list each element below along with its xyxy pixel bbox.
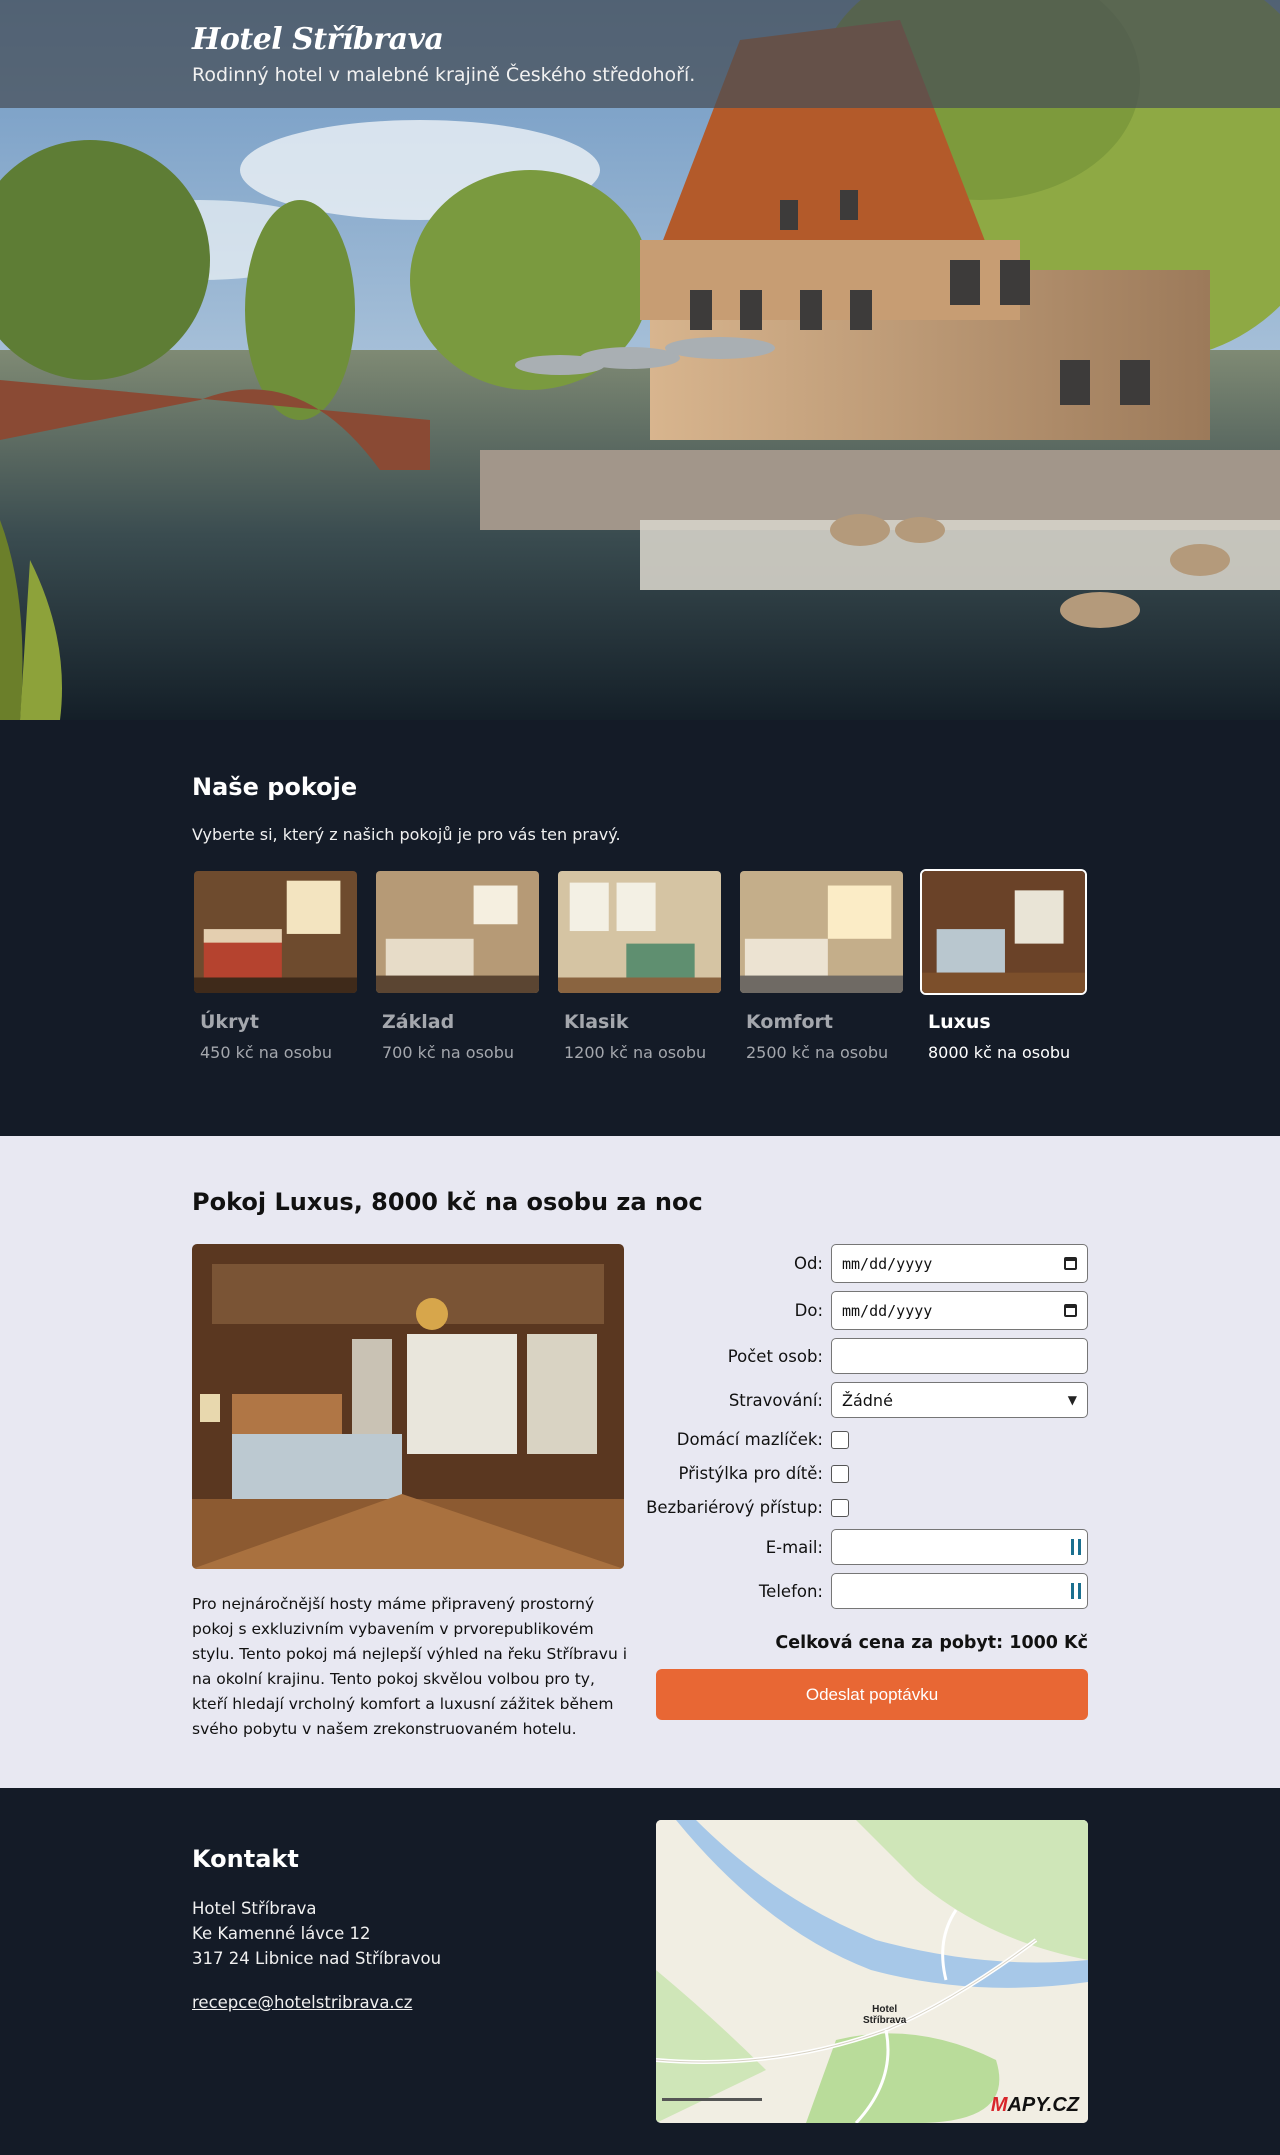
- contact-heading: Kontakt: [192, 1845, 299, 1873]
- total-price: Celková cena za pobyt: 1000 Kč: [775, 1633, 1088, 1653]
- form-row-guests: Počet osob:: [640, 1338, 1088, 1374]
- child-bed-label: Přistýlka pro dítě:: [678, 1464, 823, 1483]
- mapy-logo[interactable]: MAPY.CZ: [991, 2094, 1079, 2117]
- child-bed-checkbox[interactable]: [831, 1464, 849, 1483]
- accessible-label: Bezbariérový přístup:: [646, 1498, 823, 1517]
- pet-label: Domácí mazlíček:: [676, 1430, 823, 1449]
- room-list: Úkryt 450 kč na osobu Základ 700 kč na o…: [192, 869, 1280, 1062]
- accessible-checkbox[interactable]: [831, 1498, 849, 1517]
- phone-label: Telefon:: [758, 1581, 823, 1601]
- form-row-pet: Domácí mazlíček:: [640, 1430, 1088, 1449]
- to-date-value: mm/dd/yyyy: [842, 1301, 933, 1320]
- room-thumbnail: [192, 869, 359, 995]
- map-label-line: Hotel: [872, 2004, 898, 2015]
- pet-checkbox[interactable]: [831, 1430, 849, 1449]
- guests-input[interactable]: [831, 1338, 1088, 1374]
- room-name: Luxus: [928, 1011, 991, 1033]
- address: Hotel Stříbrava Ke Kamenné lávce 12 317 …: [192, 1896, 441, 1971]
- mapy-logo-first: M: [990, 2094, 1008, 2116]
- room-card-komfort[interactable]: Komfort 2500 kč na osobu: [738, 869, 905, 1062]
- room-card-zaklad[interactable]: Základ 700 kč na osobu: [374, 869, 541, 1062]
- room-thumbnail: [738, 869, 905, 995]
- room-thumbnail: [374, 869, 541, 995]
- phone-input[interactable]: [831, 1573, 1088, 1609]
- email-link[interactable]: recepce@hotelstribrava.cz: [192, 1993, 412, 2012]
- room-thumbnail: [556, 869, 723, 995]
- submit-button[interactable]: Odeslat poptávku: [656, 1669, 1088, 1720]
- address-line: Hotel Stříbrava: [192, 1899, 317, 1918]
- contact-section: Kontakt Hotel Stříbrava Ke Kamenné lávce…: [0, 1788, 1280, 2155]
- rooms-lead: Vyberte si, který z našich pokojů je pro…: [192, 825, 621, 844]
- booking-section: Pokoj Luxus, 8000 kč na osobu za noc Pro…: [0, 1136, 1280, 1788]
- room-description: Pro nejnáročnější hosty máme připravený …: [192, 1595, 628, 1738]
- mapy-logo-rest: APY.CZ: [1007, 2094, 1079, 2116]
- room-name: Základ: [382, 1011, 455, 1033]
- room-price: 450 kč na osobu: [200, 1043, 333, 1062]
- map[interactable]: Hotel Stříbrava MAPY.CZ: [656, 1820, 1088, 2123]
- room-name: Úkryt: [200, 1011, 259, 1033]
- hero-image: [0, 0, 1280, 720]
- form-row-meals: Stravování: Žádné ▼: [640, 1382, 1088, 1418]
- room-price: 8000 kč na osobu: [928, 1043, 1071, 1062]
- address-line: 317 24 Libnice nad Stříbravou: [192, 1949, 442, 1968]
- from-date-input[interactable]: mm/dd/yyyy: [831, 1244, 1088, 1283]
- room-price: 2500 kč na osobu: [746, 1043, 889, 1062]
- meals-select[interactable]: Žádné ▼: [831, 1382, 1088, 1418]
- map-label-line: Stříbrava: [863, 2015, 907, 2026]
- room-name: Komfort: [746, 1011, 834, 1033]
- form-row-accessible: Bezbariérový přístup:: [640, 1498, 1088, 1517]
- meals-label: Stravování:: [728, 1390, 823, 1410]
- site-subtitle: Rodinný hotel v malebné krajině Českého …: [192, 64, 696, 86]
- guests-label: Počet osob:: [727, 1346, 823, 1366]
- room-price: 1200 kč na osobu: [564, 1043, 707, 1062]
- hero-section: Hotel Stříbrava Rodinný hotel v malebné …: [0, 0, 1280, 720]
- form-row-from: Od: mm/dd/yyyy: [640, 1244, 1088, 1283]
- form-row-to: Do: mm/dd/yyyy: [640, 1291, 1088, 1330]
- address-line: Ke Kamenné lávce 12: [192, 1924, 371, 1943]
- room-price: 700 kč na osobu: [382, 1043, 515, 1062]
- room-card-ukryt[interactable]: Úkryt 450 kč na osobu: [192, 869, 359, 1062]
- room-photo: [192, 1244, 624, 1569]
- calendar-icon[interactable]: [1064, 1257, 1077, 1270]
- rooms-section: Naše pokoje Vyberte si, který z našich p…: [0, 720, 1280, 1136]
- meals-value: Žádné: [842, 1390, 893, 1410]
- to-date-input[interactable]: mm/dd/yyyy: [831, 1291, 1088, 1330]
- map-marker-label: Hotel Stříbrava: [863, 2004, 906, 2026]
- room-card-klasik[interactable]: Klasik 1200 kč na osobu: [556, 869, 723, 1062]
- from-date-value: mm/dd/yyyy: [842, 1254, 933, 1273]
- form-row-email: E-mail:: [640, 1529, 1088, 1565]
- to-label: Do:: [794, 1301, 823, 1320]
- booking-form: Od: mm/dd/yyyy Do: mm/dd/yyyy Počet osob…: [640, 1244, 1088, 1720]
- chevron-down-icon: ▼: [1067, 1393, 1077, 1407]
- room-thumbnail: [920, 869, 1087, 995]
- rooms-heading: Naše pokoje: [192, 773, 358, 801]
- autofill-icon[interactable]: [1071, 1539, 1081, 1555]
- room-card-luxus[interactable]: Luxus 8000 kč na osobu: [920, 869, 1087, 1062]
- calendar-icon[interactable]: [1064, 1304, 1077, 1317]
- booking-heading: Pokoj Luxus, 8000 kč na osobu za noc: [192, 1188, 703, 1216]
- from-label: Od:: [793, 1254, 823, 1273]
- form-row-phone: Telefon:: [640, 1573, 1088, 1609]
- form-row-child-bed: Přistýlka pro dítě:: [640, 1464, 1088, 1483]
- email-label: E-mail:: [765, 1537, 823, 1557]
- email-input[interactable]: [831, 1529, 1088, 1565]
- site-title[interactable]: Hotel Stříbrava: [192, 22, 444, 57]
- room-name: Klasik: [564, 1011, 629, 1033]
- autofill-icon[interactable]: [1071, 1583, 1081, 1599]
